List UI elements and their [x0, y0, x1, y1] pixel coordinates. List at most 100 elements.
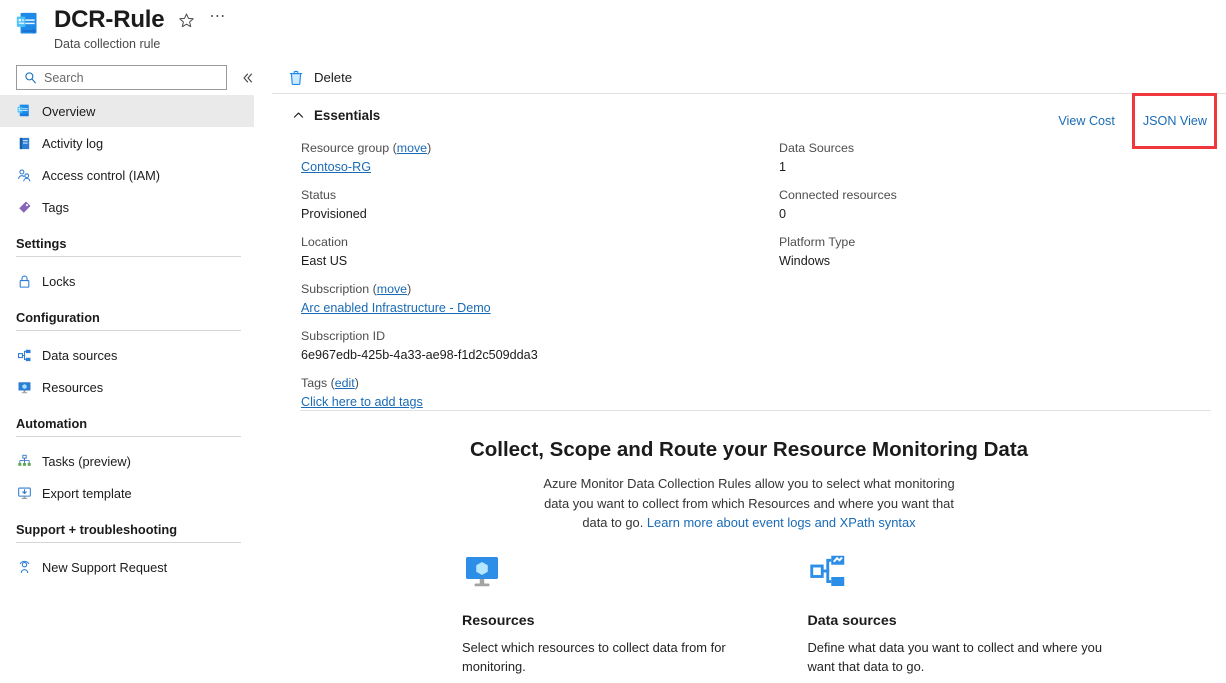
card-data-sources[interactable]: Data sources Define what data you want t…	[807, 551, 1103, 676]
field-value[interactable]: Contoso-RG	[301, 158, 741, 176]
learn-more-link[interactable]: Learn more about event logs and XPath sy…	[647, 515, 916, 530]
field-resource-group: Resource group (move) Contoso-RG	[301, 140, 741, 176]
trash-icon	[288, 70, 304, 86]
resources-monitor-icon	[16, 379, 33, 396]
chevron-up-icon	[292, 109, 305, 122]
card-description: Define what data you want to collect and…	[807, 640, 1103, 674]
resource-header: DCR-Rule ⋯ Data collection rule	[14, 6, 227, 52]
search-box[interactable]	[16, 65, 227, 90]
azure-portal-blade: DCR-Rule ⋯ Data collection rule Search O…	[0, 0, 1226, 683]
field-label: Subscription (move)	[301, 282, 412, 296]
field-label: Data Sources	[779, 141, 855, 155]
data-collection-rule-icon	[16, 103, 33, 120]
chevron-double-left-icon[interactable]	[240, 70, 256, 86]
essentials-title: Essentials	[314, 108, 381, 123]
sidebar-item-label: New Support Request	[42, 559, 168, 575]
resource-subtitle: Data collection rule	[54, 37, 161, 51]
sidebar-item-tasks[interactable]: Tasks (preview)	[0, 445, 254, 477]
divider	[272, 93, 1226, 94]
sidebar-item-activity-log[interactable]: Activity log	[0, 127, 254, 159]
search-input[interactable]	[42, 67, 220, 88]
move-link[interactable]: move	[377, 282, 407, 296]
essentials-actions: View Cost JSON View	[1052, 110, 1217, 132]
sidebar-item-overview[interactable]: Overview	[0, 95, 254, 127]
hero-section: Collect, Scope and Route your Resource M…	[272, 437, 1226, 533]
data-sources-icon	[808, 555, 848, 595]
field-label: Status	[301, 188, 337, 202]
essentials-right-column: Data Sources 1 Connected resources 0 Pla…	[779, 140, 1199, 281]
add-tags-link[interactable]: Click here to add tags	[301, 393, 741, 411]
json-view-link[interactable]: JSON View	[1133, 110, 1217, 132]
divider	[300, 410, 1211, 411]
resource-left-pane: DCR-Rule ⋯ Data collection rule Search O…	[0, 0, 272, 683]
field-value[interactable]: Arc enabled Infrastructure - Demo	[301, 299, 741, 317]
sidebar-item-label: Export template	[42, 485, 132, 501]
lock-icon	[16, 273, 33, 290]
tag-icon	[16, 199, 33, 216]
blade-content: Delete Essentials View Cost JSON View Re…	[272, 0, 1226, 683]
sidebar-item-label: Tasks (preview)	[42, 453, 131, 469]
field-value: 1	[779, 160, 787, 174]
resource-title-block: DCR-Rule ⋯ Data collection rule	[54, 6, 227, 52]
field-location: Location East US	[301, 234, 741, 270]
move-link[interactable]: move	[397, 141, 427, 155]
delete-button[interactable]: Delete	[272, 64, 360, 92]
ellipsis-icon[interactable]: ⋯	[209, 9, 227, 25]
sidebar-item-resources[interactable]: Resources	[0, 371, 254, 403]
activity-log-icon	[16, 135, 33, 152]
sidebar-group-automation: Automation	[0, 416, 254, 437]
sidebar-item-label: Tags	[42, 199, 70, 215]
field-label: Tags (edit)	[301, 376, 359, 390]
data-collection-rule-icon	[14, 10, 44, 40]
sidebar-group-settings: Settings	[0, 236, 254, 257]
essentials-toggle[interactable]: Essentials	[292, 108, 380, 123]
card-title: Data sources	[807, 613, 897, 629]
sidebar-group-title: Support + troubleshooting	[16, 522, 178, 537]
page-title: DCR-Rule	[54, 6, 165, 33]
sidebar-group-title: Configuration	[16, 310, 100, 325]
sidebar-item-label: Overview	[42, 103, 96, 119]
field-label: Resource group (move)	[301, 141, 432, 155]
sidebar-group-support: Support + troubleshooting	[0, 522, 254, 543]
field-label: Platform Type	[779, 235, 856, 249]
field-subscription: Subscription (move) Arc enabled Infrastr…	[301, 281, 741, 317]
star-icon[interactable]	[178, 12, 195, 29]
search-icon	[24, 71, 37, 84]
access-control-icon	[16, 167, 33, 184]
field-label: Subscription ID	[301, 329, 386, 343]
sidebar-nav: Overview Activity log Access control (IA…	[0, 95, 254, 583]
sidebar-item-label: Access control (IAM)	[42, 167, 161, 183]
field-label-text: Tags	[301, 376, 328, 390]
sidebar-group-title: Settings	[16, 236, 67, 251]
export-template-icon	[16, 485, 33, 502]
sidebar-item-label: Resources	[42, 379, 104, 395]
sidebar-group-title: Automation	[16, 416, 88, 431]
field-connected-resources: Connected resources 0	[779, 187, 1199, 223]
card-title: Resources	[462, 613, 535, 629]
sidebar-item-tags[interactable]: Tags	[0, 191, 254, 223]
field-label: Location	[301, 235, 348, 249]
field-value: 6e967edb-425b-4a33-ae98-f1d2c509dda3	[301, 348, 538, 362]
field-subscription-id: Subscription ID 6e967edb-425b-4a33-ae98-…	[301, 328, 741, 364]
sidebar-item-data-sources[interactable]: Data sources	[0, 339, 254, 371]
delete-button-label: Delete	[314, 70, 353, 85]
sidebar-item-access-control[interactable]: Access control (IAM)	[0, 159, 254, 191]
field-value: East US	[301, 254, 348, 268]
sidebar-item-label: Data sources	[42, 347, 118, 363]
sidebar-item-locks[interactable]: Locks	[0, 265, 254, 297]
view-cost-link[interactable]: View Cost	[1052, 110, 1120, 132]
field-platform-type: Platform Type Windows	[779, 234, 1199, 270]
field-status: Status Provisioned	[301, 187, 741, 223]
sidebar-item-new-support-request[interactable]: New Support Request	[0, 551, 254, 583]
feature-cards: Resources Select which resources to coll…	[462, 551, 1102, 676]
tasks-tree-icon	[16, 453, 33, 470]
support-person-icon	[16, 559, 33, 576]
edit-link[interactable]: edit	[335, 376, 355, 390]
field-value: 0	[779, 207, 787, 221]
card-resources[interactable]: Resources Select which resources to coll…	[462, 551, 757, 676]
field-value: Windows	[779, 254, 831, 268]
essentials-left-column: Resource group (move) Contoso-RG Status …	[301, 140, 741, 422]
sidebar-item-export-template[interactable]: Export template	[0, 477, 254, 509]
field-tags: Tags (edit) Click here to add tags	[301, 375, 741, 411]
resources-monitor-icon	[462, 557, 502, 595]
